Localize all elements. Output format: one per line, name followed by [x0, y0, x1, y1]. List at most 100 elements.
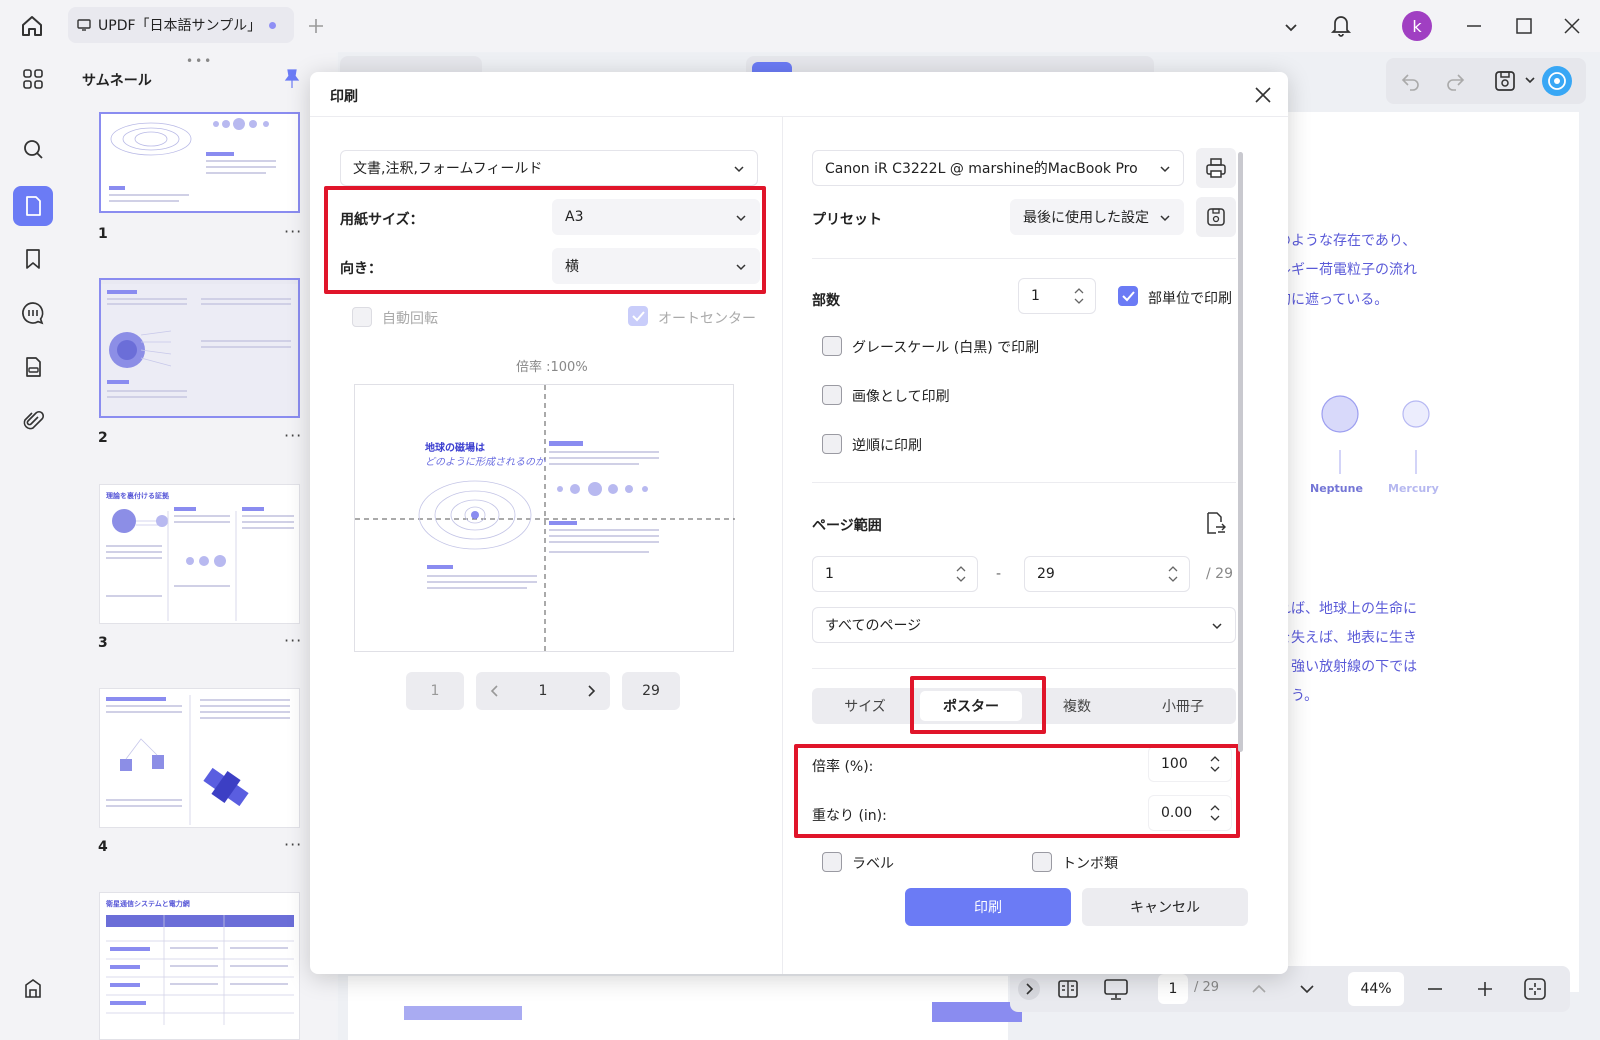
thumbnail-more[interactable]: ···	[284, 222, 302, 241]
thumbnail-page-1[interactable]	[99, 112, 300, 213]
next-page-icon[interactable]	[1296, 978, 1318, 1000]
new-tab-icon[interactable]	[306, 16, 326, 36]
preset-select[interactable]: 最後に使用した設定	[1010, 199, 1184, 235]
pin-icon[interactable]	[282, 68, 302, 90]
save-icon[interactable]	[1492, 68, 1518, 94]
copies-input[interactable]: 1	[1018, 278, 1096, 314]
undo-icon[interactable]	[1400, 70, 1422, 92]
printer-properties-icon[interactable]	[1196, 148, 1236, 188]
range-mode-select[interactable]: すべてのページ	[812, 607, 1236, 643]
thumbnail-page-3[interactable]: 理論を裏付ける証拠	[99, 484, 300, 624]
save-preset-icon[interactable]	[1196, 197, 1236, 237]
close-window-icon[interactable]	[1562, 16, 1582, 36]
auto-rotate-checkbox[interactable]	[352, 307, 372, 327]
avatar[interactable]: k	[1402, 11, 1432, 41]
print-preview: 地球の磁場は どのように形成されるのか	[354, 384, 735, 653]
range-from-input[interactable]: 1	[812, 556, 978, 592]
cancel-button[interactable]: キャンセル	[1082, 888, 1248, 926]
current-preview-page[interactable]: 1	[539, 683, 548, 699]
reverse-order-checkbox[interactable]	[822, 434, 842, 454]
save-dropdown-icon[interactable]	[1524, 74, 1536, 86]
prev-page-icon[interactable]	[1248, 978, 1270, 1000]
stepper-arrows-icon[interactable]	[1209, 753, 1221, 775]
divider	[812, 482, 1236, 483]
collate-checkbox[interactable]	[1118, 286, 1138, 306]
overlap-input[interactable]: 0.00	[1148, 795, 1232, 831]
divider	[812, 258, 1236, 259]
chevron-left-icon[interactable]	[486, 682, 504, 700]
tab-booklet[interactable]: 小冊子	[1130, 688, 1236, 724]
thumbnail-more[interactable]: ···	[284, 835, 302, 854]
printer-select[interactable]: Canon iR C3222L @ marshine的MacBook Pro	[812, 150, 1184, 186]
page-layout-icon[interactable]	[1056, 977, 1080, 1001]
dialog-scrollbar[interactable]	[1238, 152, 1243, 752]
document-tab[interactable]: UPDF「日本語サンプル」	[68, 7, 294, 43]
stepper-arrows-icon[interactable]	[1209, 802, 1221, 824]
zoom-level[interactable]: 44%	[1348, 972, 1404, 1006]
stepper-arrows-icon[interactable]	[955, 563, 967, 585]
cropmarks-label: トンボ類	[1062, 856, 1118, 872]
bell-icon[interactable]	[1328, 12, 1354, 38]
close-icon[interactable]	[1252, 84, 1274, 106]
thumbnail-page-2[interactable]	[99, 278, 300, 418]
stepper-arrows-icon[interactable]	[1167, 563, 1179, 585]
print-button[interactable]: 印刷	[905, 888, 1071, 926]
tab-multiple[interactable]: 複数	[1024, 688, 1130, 724]
chevron-right-icon[interactable]	[582, 682, 600, 700]
auto-center-checkbox[interactable]	[628, 306, 648, 326]
attachment-icon[interactable]	[16, 404, 50, 438]
thumbnail-more[interactable]: ···	[284, 426, 302, 445]
preset-label: プリセット	[812, 212, 882, 228]
zoom-in-icon[interactable]	[1474, 978, 1496, 1000]
orientation-select[interactable]: 横	[552, 248, 760, 284]
cropmarks-checkbox[interactable]	[1032, 852, 1052, 872]
drag-handle[interactable]: •••	[186, 54, 213, 68]
search-icon[interactable]	[16, 132, 50, 166]
content-select[interactable]: 文書,注釈,フォームフィールド	[340, 150, 758, 186]
fit-page-icon[interactable]	[1522, 976, 1548, 1002]
divider	[812, 668, 1236, 669]
page-range-swap-icon[interactable]	[1202, 510, 1228, 536]
last-page-button[interactable]: 29	[622, 672, 680, 710]
thumbnail-page-5[interactable]: 衛星通信システムと電力網	[99, 892, 300, 1040]
zoom-out-icon[interactable]	[1424, 978, 1446, 1000]
preview-subtitle: どのように形成されるのか	[425, 457, 545, 468]
scale-percent-label: 倍率 (%):	[812, 759, 874, 775]
layers-icon[interactable]	[16, 972, 50, 1006]
ai-assistant-icon[interactable]	[1542, 66, 1572, 96]
tab-poster[interactable]: ポスター	[920, 691, 1022, 721]
paper-size-select[interactable]: A3	[552, 199, 760, 235]
home-icon[interactable]	[18, 12, 46, 40]
thumbnail-more[interactable]: ···	[284, 631, 302, 650]
thumbnail-number: 1	[98, 226, 108, 242]
overlap-value: 0.00	[1161, 805, 1193, 821]
chevron-down-icon	[736, 264, 746, 271]
grid-icon[interactable]	[16, 62, 50, 96]
page-number-input[interactable]: 1	[1158, 974, 1188, 1004]
unsaved-dot	[269, 22, 276, 29]
collapse-toolbar-icon[interactable]	[1018, 978, 1040, 1000]
presentation-icon[interactable]	[1102, 976, 1130, 1002]
first-page-button[interactable]: 1	[406, 672, 464, 710]
stepper-arrows-icon[interactable]	[1073, 285, 1085, 307]
chevron-down-icon	[1160, 166, 1170, 173]
scale-percent-input[interactable]: 100	[1148, 746, 1232, 782]
thumbnail-page-4[interactable]	[99, 688, 300, 828]
maximize-icon[interactable]	[1514, 16, 1534, 36]
chevron-down-icon[interactable]	[1282, 18, 1300, 36]
grayscale-checkbox[interactable]	[822, 336, 842, 356]
bookmark-icon[interactable]	[16, 242, 50, 276]
comment-icon[interactable]	[16, 296, 50, 330]
layout-tabs: サイズ ポスター 複数 小冊子	[812, 688, 1236, 724]
redo-icon[interactable]	[1444, 70, 1466, 92]
page-navigator: 1	[476, 672, 610, 710]
form-icon[interactable]	[16, 350, 50, 384]
tab-size[interactable]: サイズ	[812, 688, 918, 724]
copies-value: 1	[1031, 288, 1040, 304]
range-to-input[interactable]: 29	[1024, 556, 1190, 592]
thumbnails-icon[interactable]	[13, 186, 53, 226]
print-as-image-checkbox[interactable]	[822, 385, 842, 405]
label-checkbox[interactable]	[822, 852, 842, 872]
printer-value: Canon iR C3222L @ marshine的MacBook Pro	[825, 161, 1138, 177]
minimize-icon[interactable]	[1464, 16, 1484, 36]
